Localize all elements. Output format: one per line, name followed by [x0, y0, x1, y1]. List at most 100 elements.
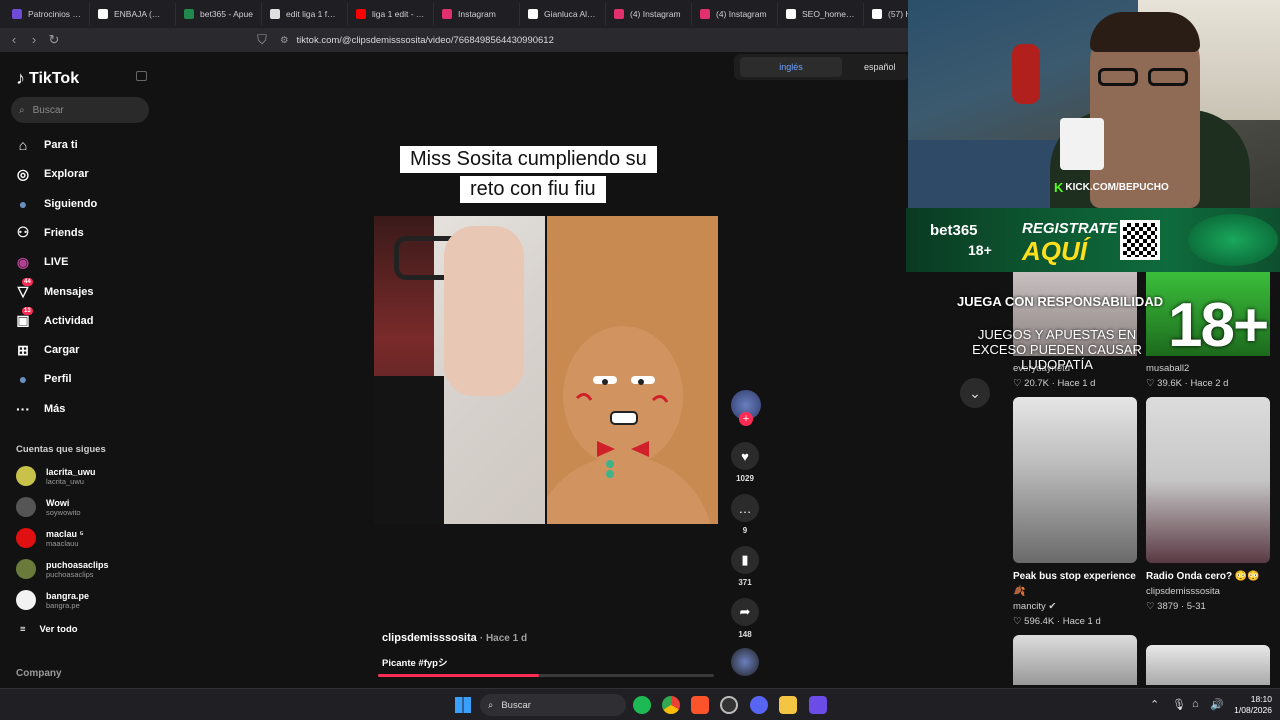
comment-icon[interactable]: … [731, 494, 759, 522]
tiktok-logo[interactable]: ♪ TikTok [16, 68, 79, 89]
brave-icon[interactable] [691, 696, 709, 714]
sidebar-item-ms[interactable]: ··· Más [14, 400, 65, 418]
browser-tab[interactable]: (4) Instagram [692, 3, 778, 25]
tray-chevron-up-icon[interactable]: ⌃ [1150, 698, 1159, 711]
chevron-down-icon[interactable]: ⌄ [960, 378, 990, 408]
avatar [16, 559, 36, 579]
tab-favicon-icon [12, 9, 22, 19]
card-thumbnail[interactable] [1013, 397, 1137, 563]
address-bar[interactable]: ⚙ tiktok.com/@clipsdemisssosita/video/76… [280, 31, 554, 49]
progress-fill [378, 674, 540, 677]
save-action[interactable]: ▮ 371 [731, 546, 759, 587]
taskbar-search[interactable]: ⌕ Buscar [480, 694, 626, 716]
card-user[interactable]: mancity ✔ [1013, 601, 1137, 612]
grid-thumb-partial-2[interactable] [1146, 645, 1270, 685]
browser-tab[interactable]: (4) Instagram [606, 3, 692, 25]
grid-thumb-partial-1[interactable] [1013, 635, 1137, 685]
sidebar-item-actividad[interactable]: ▣ 13 Actividad [14, 306, 94, 330]
browser-tab[interactable]: edit liga 1 func [262, 3, 348, 25]
sidebar-item-parati[interactable]: ⌂ Para ti [14, 136, 78, 154]
obs-icon[interactable] [720, 696, 738, 714]
streamer-head [1090, 12, 1200, 208]
sidebar-item-live[interactable]: ◉ LIVE [14, 253, 69, 271]
card-user[interactable]: clipsdemisssosita [1146, 586, 1270, 597]
video-right-panel [535, 216, 718, 524]
like-action[interactable]: ♥ 1029 [731, 442, 759, 483]
spotify-icon[interactable] [633, 696, 651, 714]
browser-tab[interactable]: ENBAJA (@en [90, 3, 176, 25]
windows-start-icon[interactable] [455, 697, 471, 713]
account-handle: puchoasaclips [46, 569, 94, 579]
browser-tab[interactable]: Gianluca Alber [520, 3, 606, 25]
tab-title: SEO_homepag [802, 9, 855, 19]
card-title[interactable]: Peak bus stop experience 🍂 [1013, 569, 1137, 599]
share-icon[interactable]: ➦ [731, 598, 759, 626]
site-info-icon[interactable]: ⚙ [280, 35, 289, 46]
like-icon[interactable]: ♥ [731, 442, 759, 470]
search-input[interactable]: ⌕ Buscar [11, 97, 149, 123]
tiktok-note-icon: ♪ [16, 68, 25, 88]
sidebar-item-cargar[interactable]: ⊞ Cargar [14, 341, 79, 359]
creator-avatar[interactable]: + [731, 390, 761, 426]
collapse-sidebar-icon[interactable] [136, 71, 147, 81]
video-progress-bar[interactable] [378, 674, 714, 677]
lang-option-other[interactable]: español [864, 57, 896, 77]
following-account[interactable]: puchoasaclips puchoasaclips [16, 559, 109, 579]
clock-date: 1/08/2026 [1234, 705, 1272, 715]
tab-favicon-icon [872, 9, 882, 19]
following-account[interactable]: maclau ⁵ maaclauu [16, 528, 84, 548]
video-author[interactable]: clipsdemisssosita · Hace 1 d [382, 632, 527, 644]
following-account[interactable]: bangra.pe bangra.pe [16, 590, 89, 610]
sidebar-item-perfil[interactable]: ● Perfil [14, 370, 72, 388]
volume-icon[interactable]: 🔊 [1210, 698, 1224, 711]
video-card-top[interactable]: musaball2 ♡ 39.6K · Hace 2 d [1146, 361, 1270, 389]
card-thumbnail[interactable] [1146, 397, 1270, 563]
tab-favicon-icon [270, 9, 280, 19]
browser-tab[interactable]: liga 1 edit - Yo [348, 3, 434, 25]
microphone-tray-icon[interactable]: 🎙 [1172, 698, 1186, 711]
bookmark-icon[interactable]: ⛉ [252, 30, 272, 50]
like-count: 1029 [736, 474, 754, 483]
sidebar-item-explorar[interactable]: ◎ Explorar [14, 165, 89, 183]
following-account[interactable]: lacrita_uwu lacrita_uwu [16, 466, 96, 486]
bet365-logo: bet365 [930, 222, 978, 239]
card-meta: ♡ 3879 · 5-31 [1146, 601, 1206, 612]
save-icon[interactable]: ▮ [731, 546, 759, 574]
share-action[interactable]: ➦ 148 [731, 598, 759, 639]
back-icon[interactable]: ‹ [4, 30, 24, 50]
video-card[interactable]: Peak bus stop experience 🍂 mancity ✔ ♡ 596… [1013, 397, 1137, 627]
windows-taskbar: ⌕ Buscar ⌃ 🎙 ⌂ 🔊 18:10 1/08/2026 [0, 688, 1280, 720]
browser-tab[interactable]: Instagram [434, 3, 520, 25]
file-explorer-icon[interactable] [779, 696, 797, 714]
forward-icon[interactable]: › [24, 30, 44, 50]
chrome-icon[interactable] [662, 696, 680, 714]
card-meta: ♡ 39.6K · Hace 2 d [1146, 378, 1229, 389]
comment-action[interactable]: … 9 [731, 494, 759, 535]
discord-icon[interactable] [750, 696, 768, 714]
music-disc-icon[interactable] [731, 648, 759, 676]
upload-icon: ⊞ [17, 341, 29, 358]
video-card[interactable]: Radio Onda cero? 😳😳 clipsdemisssosita ♡ 38… [1146, 397, 1270, 612]
card-user[interactable]: musaball2 [1146, 363, 1270, 374]
reload-icon[interactable]: ↻ [44, 30, 64, 50]
follow-plus-icon[interactable]: + [739, 412, 753, 426]
browser-tab[interactable]: bet365 - Apue [176, 3, 262, 25]
video-player[interactable] [374, 216, 718, 524]
browser-tab[interactable]: Patrocinios dis [4, 3, 90, 25]
author-name[interactable]: clipsdemisssosita [382, 632, 477, 644]
card-title[interactable]: Radio Onda cero? 😳😳 [1146, 569, 1270, 584]
sidebar-item-mensajes[interactable]: ▽ 44 Mensajes [14, 277, 94, 301]
lang-option-active[interactable]: inglés [740, 57, 842, 77]
tab-favicon-icon [442, 9, 452, 19]
following-account[interactable]: Wowi soywowito [16, 497, 81, 517]
see-all-link[interactable]: ≡ Ver todo [20, 624, 78, 635]
sidebar-item-friends[interactable]: ⚇ Friends [14, 224, 84, 242]
app-grid-icon[interactable] [809, 696, 827, 714]
network-icon[interactable]: ⌂ [1192, 698, 1199, 710]
taskbar-clock[interactable]: 18:10 1/08/2026 [1228, 694, 1272, 716]
browser-tab[interactable]: SEO_homepag [778, 3, 864, 25]
company-link[interactable]: Company [16, 668, 62, 679]
video-description: Picante #fypシ [382, 658, 448, 669]
sidebar-item-siguiendo[interactable]: ● Siguiendo [14, 195, 97, 213]
tiktok-sidebar: ♪ TikTok ⌕ Buscar ⌂ Para ti ◎ Explorar ● Sigu… [0, 52, 160, 688]
